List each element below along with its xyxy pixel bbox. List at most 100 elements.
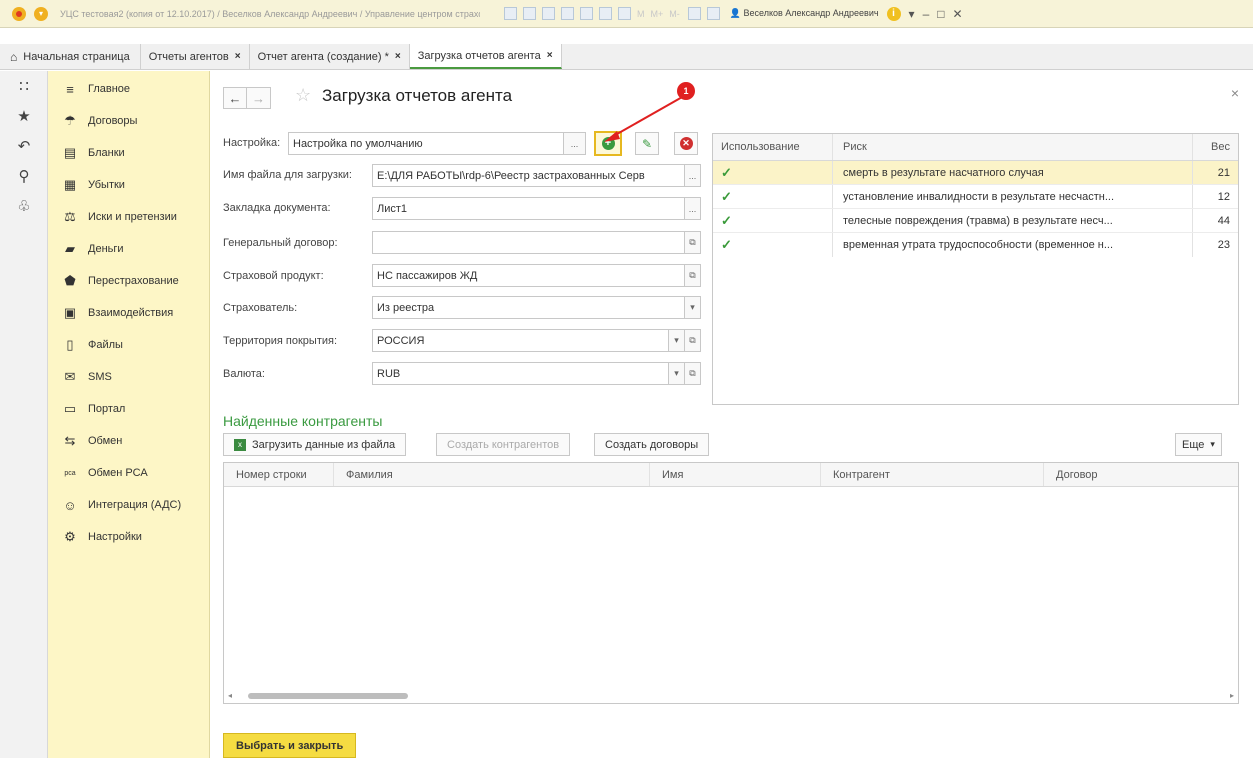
column-header-name[interactable]: Имя bbox=[650, 463, 821, 486]
panels-icon[interactable] bbox=[706, 7, 720, 20]
section-files[interactable]: ▯ Файлы bbox=[48, 329, 209, 361]
edit-setting-button[interactable]: ✎ bbox=[635, 132, 659, 155]
insurer-select[interactable]: Из реестра bbox=[372, 296, 685, 319]
territory-field[interactable]: РОССИЯ bbox=[372, 329, 669, 352]
favorite-star-icon[interactable]: ☆ bbox=[295, 85, 311, 106]
checkbox-checked[interactable]: ✓ bbox=[721, 165, 732, 181]
load-from-file-button[interactable]: x Загрузить данные из файла bbox=[223, 433, 407, 456]
scrollbar-thumb[interactable] bbox=[248, 693, 408, 699]
section-claims[interactable]: ⚖ Иски и претензии bbox=[48, 201, 209, 233]
checkbox-checked[interactable]: ✓ bbox=[721, 237, 732, 253]
settings-select-button[interactable]: ... bbox=[564, 132, 586, 155]
main-menu-icon[interactable]: ▾ bbox=[34, 6, 48, 21]
checkbox-checked[interactable]: ✓ bbox=[721, 213, 732, 229]
preview-icon[interactable] bbox=[542, 7, 555, 20]
open-product-icon[interactable]: ⧉ bbox=[685, 264, 701, 287]
copy-icon[interactable] bbox=[580, 7, 593, 20]
open-contract-icon[interactable]: ⧉ bbox=[685, 231, 701, 254]
column-header-surname[interactable]: Фамилия bbox=[334, 463, 650, 486]
create-contractors-button[interactable]: Создать контрагентов bbox=[436, 433, 571, 456]
tab-agent-reports[interactable]: Отчеты агентов × bbox=[141, 44, 250, 69]
settings-field[interactable]: Настройка по умолчанию bbox=[288, 132, 564, 155]
scroll-right-icon[interactable]: ▸ bbox=[1230, 691, 1234, 700]
more-menu-button[interactable]: Еще ▾ bbox=[1175, 433, 1222, 456]
sections-panel-icon[interactable]: ∷ bbox=[0, 71, 48, 101]
calculator-icon[interactable] bbox=[599, 7, 612, 20]
table-row[interactable]: ✓ телесные повреждения (травма) в резуль… bbox=[713, 209, 1238, 233]
app-logo-icon[interactable] bbox=[12, 6, 26, 21]
section-losses[interactable]: ▦ Убытки bbox=[48, 169, 209, 201]
section-contracts[interactable]: ☂ Договоры bbox=[48, 105, 209, 137]
section-settings[interactable]: ⚙ Настройки bbox=[48, 521, 209, 553]
add-setting-button[interactable]: + bbox=[594, 131, 622, 156]
file-select-button[interactable]: ... bbox=[685, 164, 701, 187]
open-currency-icon[interactable]: ⧉ bbox=[685, 362, 701, 385]
forward-button[interactable]: → bbox=[247, 87, 271, 109]
column-header-row-number[interactable]: Номер строки bbox=[224, 463, 334, 486]
section-interactions[interactable]: ▣ Взаимодействия bbox=[48, 297, 209, 329]
close-tab-icon[interactable]: × bbox=[547, 50, 553, 61]
section-integration-ads[interactable]: ☺ Интеграция (АДС) bbox=[48, 489, 209, 521]
close-form-icon[interactable]: × bbox=[1231, 85, 1239, 101]
open-territory-icon[interactable]: ⧉ bbox=[685, 329, 701, 352]
currency-field[interactable]: RUB bbox=[372, 362, 669, 385]
table-row[interactable]: ✓ смерть в результате насчатного случая … bbox=[713, 161, 1238, 185]
zoom-icon[interactable] bbox=[687, 7, 701, 20]
history-icon[interactable]: ↶ bbox=[0, 131, 48, 161]
minimize-icon[interactable]: – bbox=[923, 7, 930, 21]
close-tab-icon[interactable]: × bbox=[235, 51, 241, 62]
section-exchange[interactable]: ⇆ Обмен bbox=[48, 425, 209, 457]
close-tab-icon[interactable]: × bbox=[395, 51, 401, 62]
select-and-close-button[interactable]: Выбрать и закрыть bbox=[223, 733, 357, 758]
tab-agent-reports-upload[interactable]: Загрузка отчетов агента × bbox=[409, 44, 562, 69]
back-button[interactable]: ← bbox=[223, 87, 247, 109]
search-icon[interactable]: ⚲ bbox=[0, 161, 48, 191]
create-contracts-button[interactable]: Создать договоры bbox=[594, 433, 710, 456]
info-icon[interactable]: i bbox=[886, 6, 901, 21]
tab-agent-report-create[interactable]: Отчет агента (создание) * × bbox=[250, 44, 410, 69]
section-exchange-rsa[interactable]: рса Обмен РСА bbox=[48, 457, 209, 489]
delete-setting-button[interactable]: ✕ bbox=[674, 132, 698, 155]
calendar-icon[interactable] bbox=[618, 7, 631, 20]
save-icon[interactable] bbox=[504, 7, 517, 20]
favorites-icon[interactable]: ★ bbox=[0, 101, 48, 131]
column-header-contract[interactable]: Договор bbox=[1044, 463, 1238, 486]
section-label: Файлы bbox=[88, 339, 123, 351]
chevron-down-icon[interactable]: ▾ bbox=[685, 296, 701, 319]
horizontal-scrollbar[interactable] bbox=[234, 693, 1228, 699]
memory-button-m-plus[interactable]: M+ bbox=[651, 9, 664, 19]
tab-home[interactable]: ⌂ Начальная страница bbox=[0, 44, 141, 69]
current-user[interactable]: 👤 Веселков Александр Андреевич bbox=[730, 8, 879, 19]
column-header-risk[interactable]: Риск bbox=[833, 134, 1193, 160]
shield-icon: ⬟ bbox=[64, 273, 76, 288]
section-forms[interactable]: ▤ Бланки bbox=[48, 137, 209, 169]
section-main[interactable]: ≡ Главное bbox=[48, 73, 209, 105]
chevron-down-icon[interactable]: ▾ bbox=[669, 329, 685, 352]
column-header-use[interactable]: Использование bbox=[713, 134, 833, 160]
bookmark-select-button[interactable]: ... bbox=[685, 197, 701, 220]
chevron-down-icon[interactable]: ▾ bbox=[669, 362, 685, 385]
window-menu-icon[interactable]: ▾ bbox=[909, 7, 915, 21]
section-reinsurance[interactable]: ⬟ Перестрахование bbox=[48, 265, 209, 297]
section-sms[interactable]: ✉ SMS bbox=[48, 361, 209, 393]
section-portal[interactable]: ▭ Портал bbox=[48, 393, 209, 425]
table-row[interactable]: ✓ установление инвалидности в результате… bbox=[713, 185, 1238, 209]
table-row[interactable]: ✓ временная утрата трудоспособности (вре… bbox=[713, 233, 1238, 257]
bookmark-field[interactable]: Лист1 bbox=[372, 197, 685, 220]
column-header-contractor[interactable]: Контрагент bbox=[821, 463, 1044, 486]
checkbox-checked[interactable]: ✓ bbox=[721, 189, 732, 205]
close-window-icon[interactable]: ✕ bbox=[953, 7, 963, 21]
contract-field[interactable] bbox=[372, 231, 685, 254]
column-header-weight[interactable]: Вес bbox=[1193, 134, 1238, 160]
memory-button-m[interactable]: M bbox=[637, 9, 645, 19]
currency-label: Валюта: bbox=[223, 368, 265, 380]
section-money[interactable]: ▰ Деньги bbox=[48, 233, 209, 265]
print-icon[interactable] bbox=[523, 7, 536, 20]
notifications-icon[interactable]: ♧ bbox=[0, 191, 48, 221]
scroll-left-icon[interactable]: ◂ bbox=[228, 691, 232, 700]
link-icon[interactable] bbox=[561, 7, 574, 20]
memory-button-m-minus[interactable]: M- bbox=[669, 9, 680, 19]
file-path-field[interactable]: E:\ДЛЯ РАБОТЫ\rdp-6\Реестр застрахованны… bbox=[372, 164, 685, 187]
product-field[interactable]: НС пассажиров ЖД bbox=[372, 264, 685, 287]
maximize-icon[interactable]: □ bbox=[937, 7, 944, 21]
